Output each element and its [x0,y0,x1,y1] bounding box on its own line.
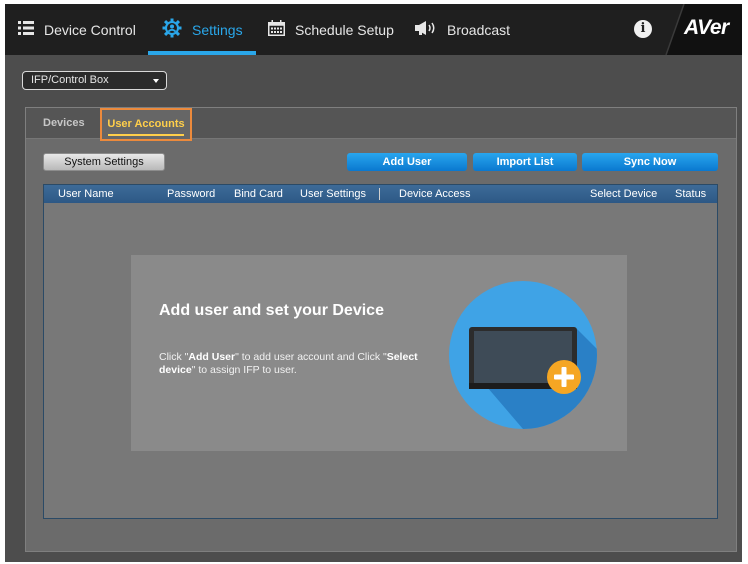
empty-text-add-user: Add User [188,351,236,363]
brand-logo: AVer [684,16,729,39]
column-header-select-device[interactable]: Select Device [590,185,657,203]
tab-bar: Devices User Accounts [26,108,736,141]
active-nav-indicator [148,51,256,55]
list-icon [18,21,34,38]
top-nav: Device Control Settings Schedule Setup B… [5,4,742,55]
nav-label: Schedule Setup [295,21,394,38]
nav-device-control[interactable]: Device Control [18,4,136,55]
column-header-bind-card[interactable]: Bind Card [234,185,283,203]
empty-state-card: Add user and set your Device Click "Add … [131,255,627,451]
nav-settings[interactable]: Settings [162,4,243,55]
device-type-value: IFP/Control Box [31,74,109,86]
megaphone-icon [415,20,437,39]
table-header: User Name Password Bind Card User Settin… [44,185,717,203]
nav-label: Settings [192,21,243,38]
column-header-user-settings[interactable]: User Settings [300,185,366,203]
main-panel: Devices User Accounts System Settings Ad… [25,107,737,552]
active-tab-underline [108,134,184,136]
column-divider [379,188,380,200]
column-header-status[interactable]: Status [675,185,706,203]
chevron-down-icon [153,79,159,83]
empty-text-part: Click " [159,351,189,363]
nav-schedule-setup[interactable]: Schedule Setup [268,4,394,55]
sync-now-button[interactable]: Sync Now [582,153,718,171]
empty-text-part: " to assign IFP to user. [191,364,297,376]
app-window: Device Control Settings Schedule Setup B… [5,4,742,562]
system-settings-button[interactable]: System Settings [43,153,165,171]
column-header-device-access[interactable]: Device Access [399,185,471,203]
nav-broadcast[interactable]: Broadcast [415,4,510,55]
nav-label: Broadcast [447,21,511,38]
empty-state-text: Click "Add User" to add user account and… [159,351,449,377]
column-header-password[interactable]: Password [167,185,215,203]
tab-devices[interactable]: Devices [43,108,85,139]
empty-state-title: Add user and set your Device [159,302,384,319]
user-table: User Name Password Bind Card User Settin… [43,184,718,519]
info-icon[interactable]: i [634,20,652,38]
add-display-illustration-icon [449,281,597,429]
add-user-button[interactable]: Add User [347,153,467,171]
calendar-icon [268,20,285,39]
tab-user-accounts[interactable]: User Accounts [100,108,192,141]
empty-text-part: " to add user account and Click " [235,351,387,363]
brand-area: i AVer [632,4,742,55]
column-header-user-name[interactable]: User Name [58,185,114,203]
device-type-select[interactable]: IFP/Control Box [22,71,167,90]
tab-user-accounts-label: User Accounts [107,118,185,130]
gear-icon [162,18,182,41]
import-list-button[interactable]: Import List [473,153,577,171]
nav-label: Device Control [44,21,136,38]
